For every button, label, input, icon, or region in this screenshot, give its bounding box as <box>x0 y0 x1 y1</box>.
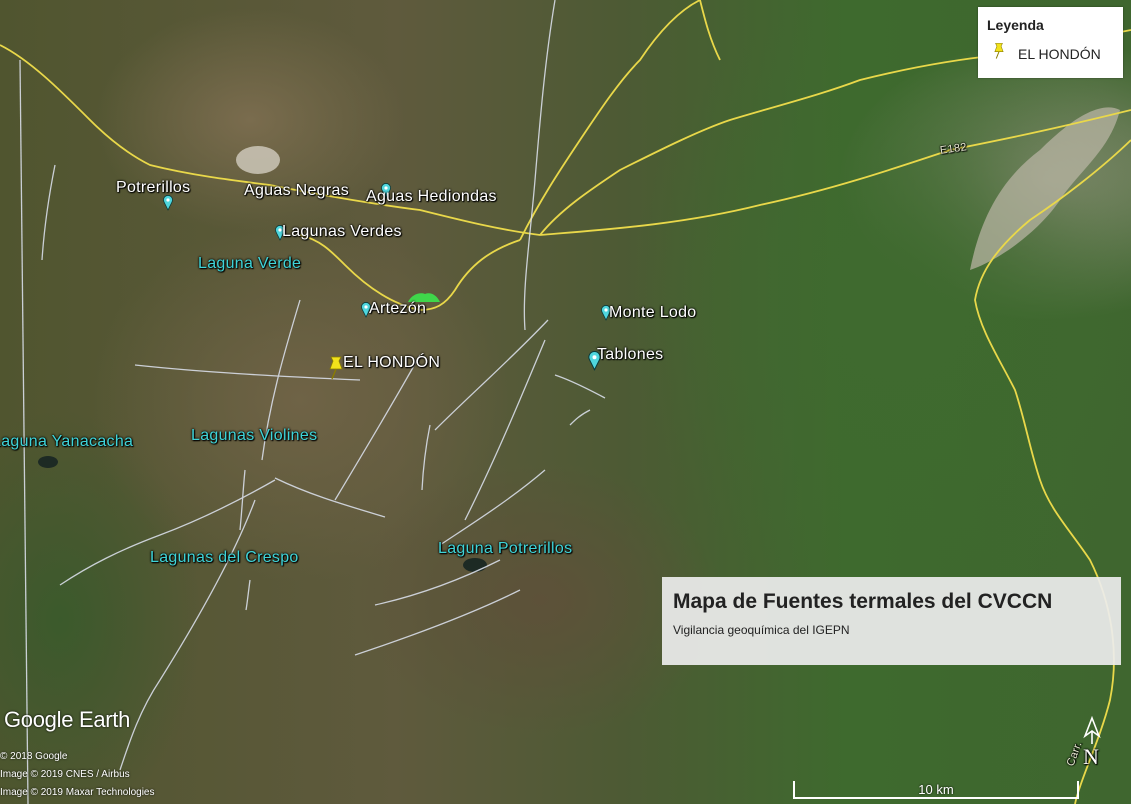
place-label-lagunas-violines: Lagunas Violines <box>191 427 318 444</box>
satellite-map[interactable]: Potrerillos Aguas Negras Aguas Hediondas… <box>0 0 1131 804</box>
scale-bar: 10 km <box>793 781 1079 799</box>
snow-peak <box>236 146 280 174</box>
place-label-aguas-negras: Aguas Negras <box>244 182 349 199</box>
google-earth-logo: Google Earth <box>4 707 131 732</box>
lake-yanacacha <box>38 456 58 468</box>
hot-spring-pin-potrerillos[interactable] <box>162 195 174 211</box>
place-label-potrerillos: Potrerillos <box>116 179 191 196</box>
lake-potrerillos <box>463 558 487 572</box>
place-label-laguna-potrerillos: Laguna Potrerillos <box>438 540 573 557</box>
road-label-e182: E182 <box>939 141 968 157</box>
legend-panel: Leyenda EL HONDÓN <box>978 7 1123 78</box>
place-label-lagunas-del-crespo: Lagunas del Crespo <box>150 549 299 566</box>
map-overlay-lines <box>0 0 1131 804</box>
place-label-laguna-verde: Laguna Verde <box>198 255 302 272</box>
credit-google: © 2018 Google <box>0 751 68 762</box>
road-network <box>0 0 1131 804</box>
credit-cnes-airbus: Image © 2019 CNES / Airbus <box>0 769 130 780</box>
place-label-lagunas-verdes: Lagunas Verdes <box>282 223 402 240</box>
place-label-aguas-hediondas: Aguas Hediondas <box>366 188 497 205</box>
map-title: Mapa de Fuentes termales del CVCCN <box>673 590 1053 613</box>
map-subtitle: Vigilancia geoquímica del IGEPN <box>673 623 850 637</box>
place-label-laguna-yanacacha: Laguna Yanacacha <box>0 433 134 450</box>
fault-lines <box>19 0 606 804</box>
place-label-artezon: Artezón <box>369 300 427 317</box>
place-label-el-hondon: EL HONDÓN <box>343 354 441 371</box>
map-title-box: Mapa de Fuentes termales del CVCCN Vigil… <box>662 577 1121 665</box>
urban-area <box>970 107 1120 270</box>
legend-item-label: EL HONDÓN <box>1018 46 1101 62</box>
legend-title: Leyenda <box>987 17 1044 33</box>
place-label-tablones: Tablones <box>597 346 664 363</box>
place-label-monte-lodo: Monte Lodo <box>609 304 697 321</box>
credit-maxar: Image © 2019 Maxar Technologies <box>0 787 155 798</box>
scale-bar-label: 10 km <box>918 782 954 797</box>
north-arrow-label: N <box>1083 744 1100 769</box>
legend-pushpin-icon <box>994 43 1004 59</box>
